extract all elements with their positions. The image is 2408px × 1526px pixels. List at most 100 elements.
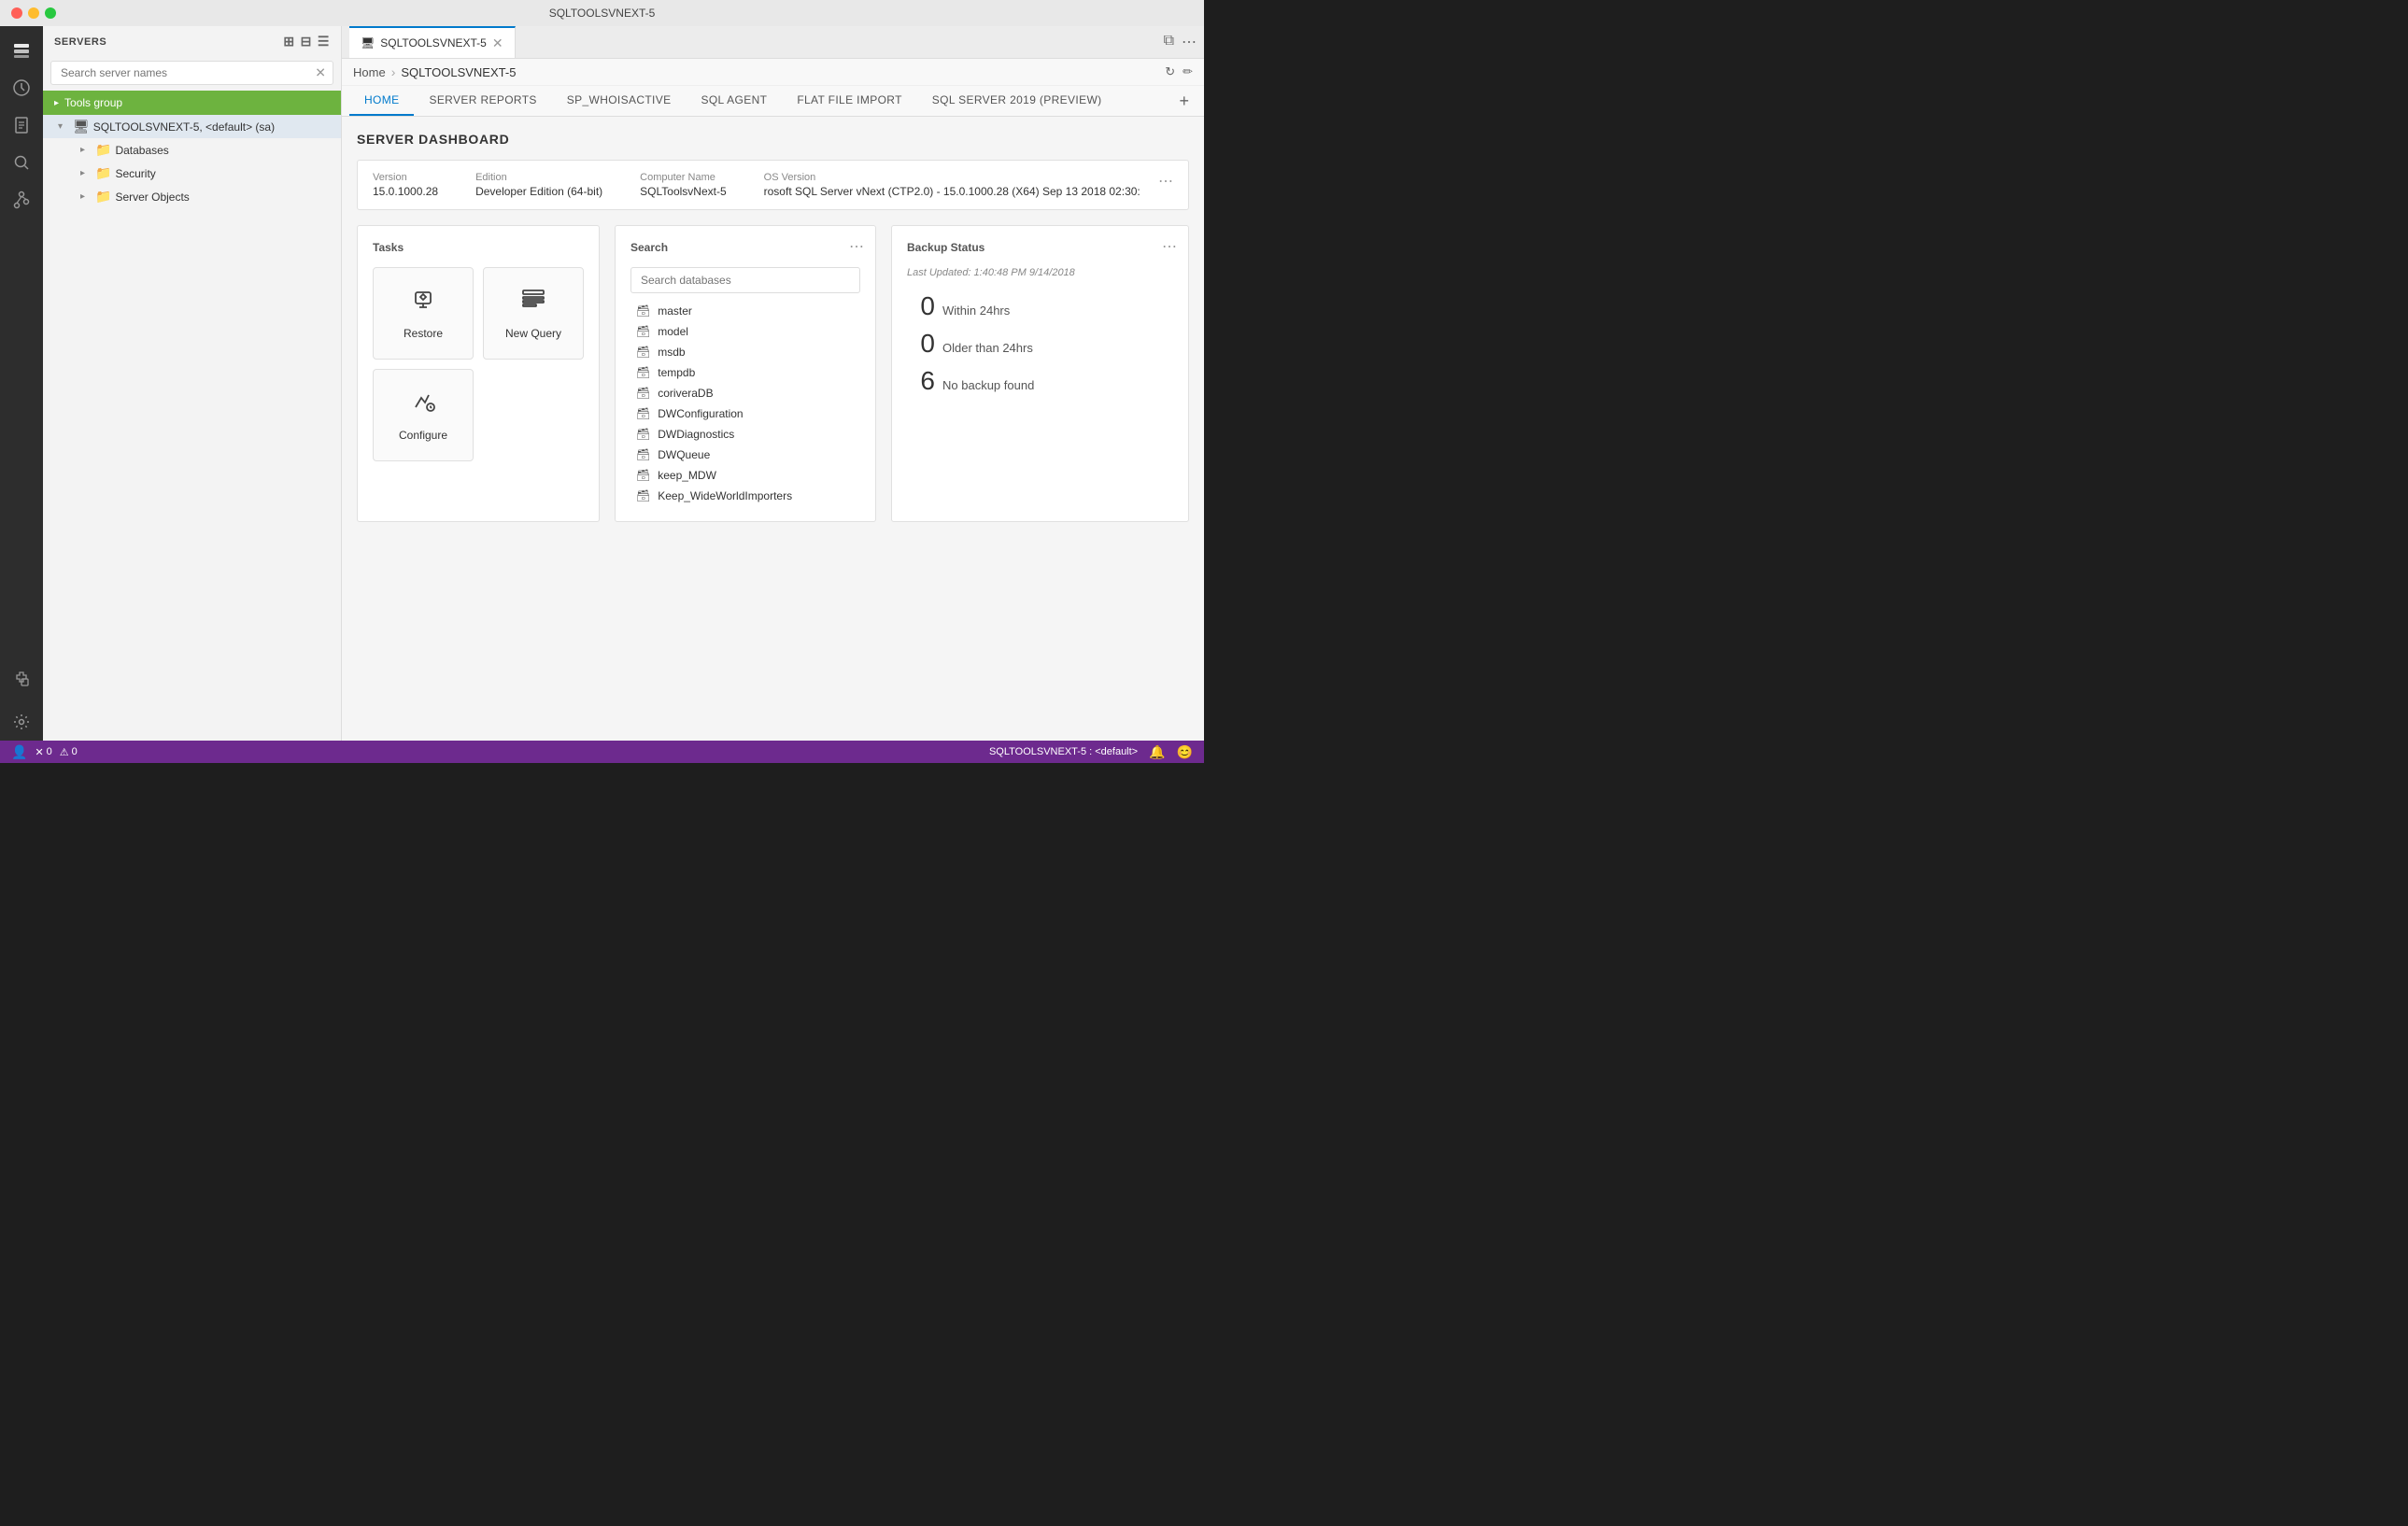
- db-item-master[interactable]: 🗃 master: [630, 301, 860, 321]
- backup-label-older-24: Older than 24hrs: [942, 341, 1033, 355]
- toolbar-right: ↻ ✏: [1165, 64, 1193, 79]
- notification-icon[interactable]: 🔔: [1149, 744, 1165, 760]
- tree-item-databases[interactable]: ▸ 📁 Databases: [73, 138, 341, 162]
- search-input[interactable]: [50, 61, 333, 85]
- clear-search-icon[interactable]: ✕: [315, 65, 326, 81]
- new-connection-icon[interactable]: ⊞: [283, 34, 294, 49]
- backup-card-more-icon[interactable]: ⋯: [1162, 237, 1177, 256]
- tree-item-security[interactable]: ▸ 📁 Security: [73, 162, 341, 185]
- server-label: SQLTOOLSVNEXT-5, <default> (sa): [93, 120, 275, 134]
- breadcrumb: Home › SQLTOOLSVNEXT-5: [353, 64, 516, 79]
- backup-card: Backup Status ⋯ Last Updated: 1:40:48 PM…: [891, 225, 1189, 522]
- server-info-panel: Version 15.0.1000.28 Edition Developer E…: [357, 160, 1189, 210]
- manage-icon[interactable]: ☰: [318, 34, 330, 49]
- tab-flat-file-import[interactable]: FLAT FILE IMPORT: [782, 86, 916, 116]
- database-search-input[interactable]: [630, 267, 860, 293]
- restore-label: Restore: [404, 327, 443, 340]
- db-item-model[interactable]: 🗃 model: [630, 321, 860, 342]
- db-item-keep-wideworldimporters[interactable]: 🗃 Keep_WideWorldImporters: [630, 486, 860, 506]
- db-item-coriveradb[interactable]: 🗃 coriveraDB: [630, 383, 860, 403]
- close-tab-icon[interactable]: ✕: [492, 35, 503, 51]
- server-info-more-icon[interactable]: ⋯: [1158, 172, 1173, 191]
- maximize-button[interactable]: [45, 7, 56, 19]
- tools-group[interactable]: ▸ Tools group: [43, 91, 341, 115]
- db-label: DWDiagnostics: [658, 428, 734, 441]
- server-children: ▸ 📁 Databases ▸ 📁 Security ▸ 📁 Server Ob…: [43, 138, 341, 208]
- security-label: Security: [115, 167, 155, 180]
- db-item-msdb[interactable]: 🗃 msdb: [630, 342, 860, 362]
- backup-card-title: Backup Status: [907, 241, 1173, 254]
- nav-tabs: HOME SERVER REPORTS SP_WHOISACTIVE SQL A…: [342, 86, 1204, 117]
- db-label: msdb: [658, 346, 685, 359]
- window-title: SQLTOOLSVNEXT-5: [549, 7, 656, 20]
- sidebar-header-icons[interactable]: ⊞ ⊟ ☰: [283, 34, 330, 49]
- db-label: model: [658, 325, 688, 338]
- db-item-tempdb[interactable]: 🗃 tempdb: [630, 362, 860, 383]
- search-card-more-icon[interactable]: ⋯: [849, 237, 864, 256]
- backup-stat-within-24: 0 Within 24hrs: [907, 291, 1173, 321]
- db-icon-tempdb: 🗃: [636, 366, 650, 379]
- db-item-dwqueue[interactable]: 🗃 DWQueue: [630, 445, 860, 465]
- sidebar-item-servers[interactable]: [5, 34, 38, 67]
- add-tab-button[interactable]: +: [1171, 92, 1197, 111]
- computer-item: Computer Name SQLToolsvNext-5: [640, 172, 726, 198]
- tree-item-server[interactable]: ▾ 🖥 SQLTOOLSVNEXT-5, <default> (sa): [43, 115, 341, 138]
- configure-button[interactable]: Configure: [373, 369, 474, 461]
- warning-count-value: 0: [72, 746, 78, 757]
- tab-bar: 🖥 SQLTOOLSVNEXT-5 ✕ ⧉ ⋯: [342, 26, 1204, 59]
- tab-label: SQLTOOLSVNEXT-5: [380, 36, 487, 49]
- tree-item-server-objects[interactable]: ▸ 📁 Server Objects: [73, 185, 341, 208]
- new-query-label: New Query: [505, 327, 561, 340]
- more-tabs-icon[interactable]: ⋯: [1182, 33, 1197, 51]
- tab-server-reports[interactable]: SERVER REPORTS: [414, 86, 551, 116]
- db-icon-dwconfiguration: 🗃: [636, 407, 650, 420]
- restore-icon: [410, 287, 436, 319]
- backup-label-no-backup: No backup found: [942, 378, 1034, 392]
- server-tab[interactable]: 🖥 SQLTOOLSVNEXT-5 ✕: [349, 26, 516, 58]
- close-button[interactable]: [11, 7, 22, 19]
- tab-home[interactable]: HOME: [349, 86, 414, 116]
- edition-item: Edition Developer Edition (64-bit): [475, 172, 602, 198]
- window-controls[interactable]: [11, 7, 56, 19]
- edition-label: Edition: [475, 172, 602, 183]
- server-expand-arrow: ▾: [58, 121, 69, 132]
- refresh-icon[interactable]: ↻: [1165, 64, 1175, 79]
- version-item: Version 15.0.1000.28: [373, 172, 438, 198]
- database-list: 🗃 master 🗃 model 🗃 msdb 🗃: [630, 301, 860, 506]
- tab-server-icon: 🖥: [361, 36, 375, 49]
- feedback-icon[interactable]: 😊: [1177, 744, 1193, 760]
- status-left: 👤 ✕ 0 ⚠ 0: [11, 744, 78, 760]
- db-item-dwdiagnostics[interactable]: 🗃 DWDiagnostics: [630, 424, 860, 445]
- sidebar-item-git[interactable]: [5, 183, 38, 217]
- new-query-icon: [520, 287, 546, 319]
- db-label: tempdb: [658, 366, 695, 379]
- warning-icon: ⚠: [60, 746, 69, 758]
- tab-actions: ⧉ ⋯: [1164, 33, 1197, 51]
- tab-sql-server-preview[interactable]: SQL SERVER 2019 (PREVIEW): [917, 86, 1117, 116]
- sidebar-item-search[interactable]: [5, 146, 38, 179]
- new-query-button[interactable]: New Query: [483, 267, 584, 360]
- databases-expand-arrow: ▸: [80, 145, 92, 155]
- main-content: 🖥 SQLTOOLSVNEXT-5 ✕ ⧉ ⋯ Home › SQLTOOLSV…: [342, 26, 1204, 741]
- restore-button[interactable]: Restore: [373, 267, 474, 360]
- edit-icon[interactable]: ✏: [1183, 64, 1193, 79]
- backup-stat-older-24: 0 Older than 24hrs: [907, 329, 1173, 359]
- split-editor-icon[interactable]: ⧉: [1164, 33, 1174, 51]
- db-item-dwconfiguration[interactable]: 🗃 DWConfiguration: [630, 403, 860, 424]
- tab-sql-agent[interactable]: SQL AGENT: [686, 86, 782, 116]
- add-server-icon[interactable]: ⊟: [301, 34, 312, 49]
- databases-folder-icon: 📁: [95, 142, 111, 158]
- db-item-keep-mdw[interactable]: 🗃 keep_MDW: [630, 465, 860, 486]
- breadcrumb-home[interactable]: Home: [353, 65, 386, 79]
- configure-label: Configure: [399, 429, 447, 442]
- sidebar-item-history[interactable]: [5, 71, 38, 105]
- version-label: Version: [373, 172, 438, 183]
- db-icon-keep-wideworldimporters: 🗃: [636, 489, 650, 502]
- user-icon[interactable]: 👤: [11, 744, 27, 760]
- sidebar-item-explorer[interactable]: [5, 108, 38, 142]
- settings-icon[interactable]: [5, 707, 38, 741]
- tab-sp-whoisactive[interactable]: SP_WHOISACTIVE: [552, 86, 687, 116]
- db-icon-keep-mdw: 🗃: [636, 469, 650, 482]
- sidebar-item-extensions[interactable]: [5, 662, 38, 696]
- minimize-button[interactable]: [28, 7, 39, 19]
